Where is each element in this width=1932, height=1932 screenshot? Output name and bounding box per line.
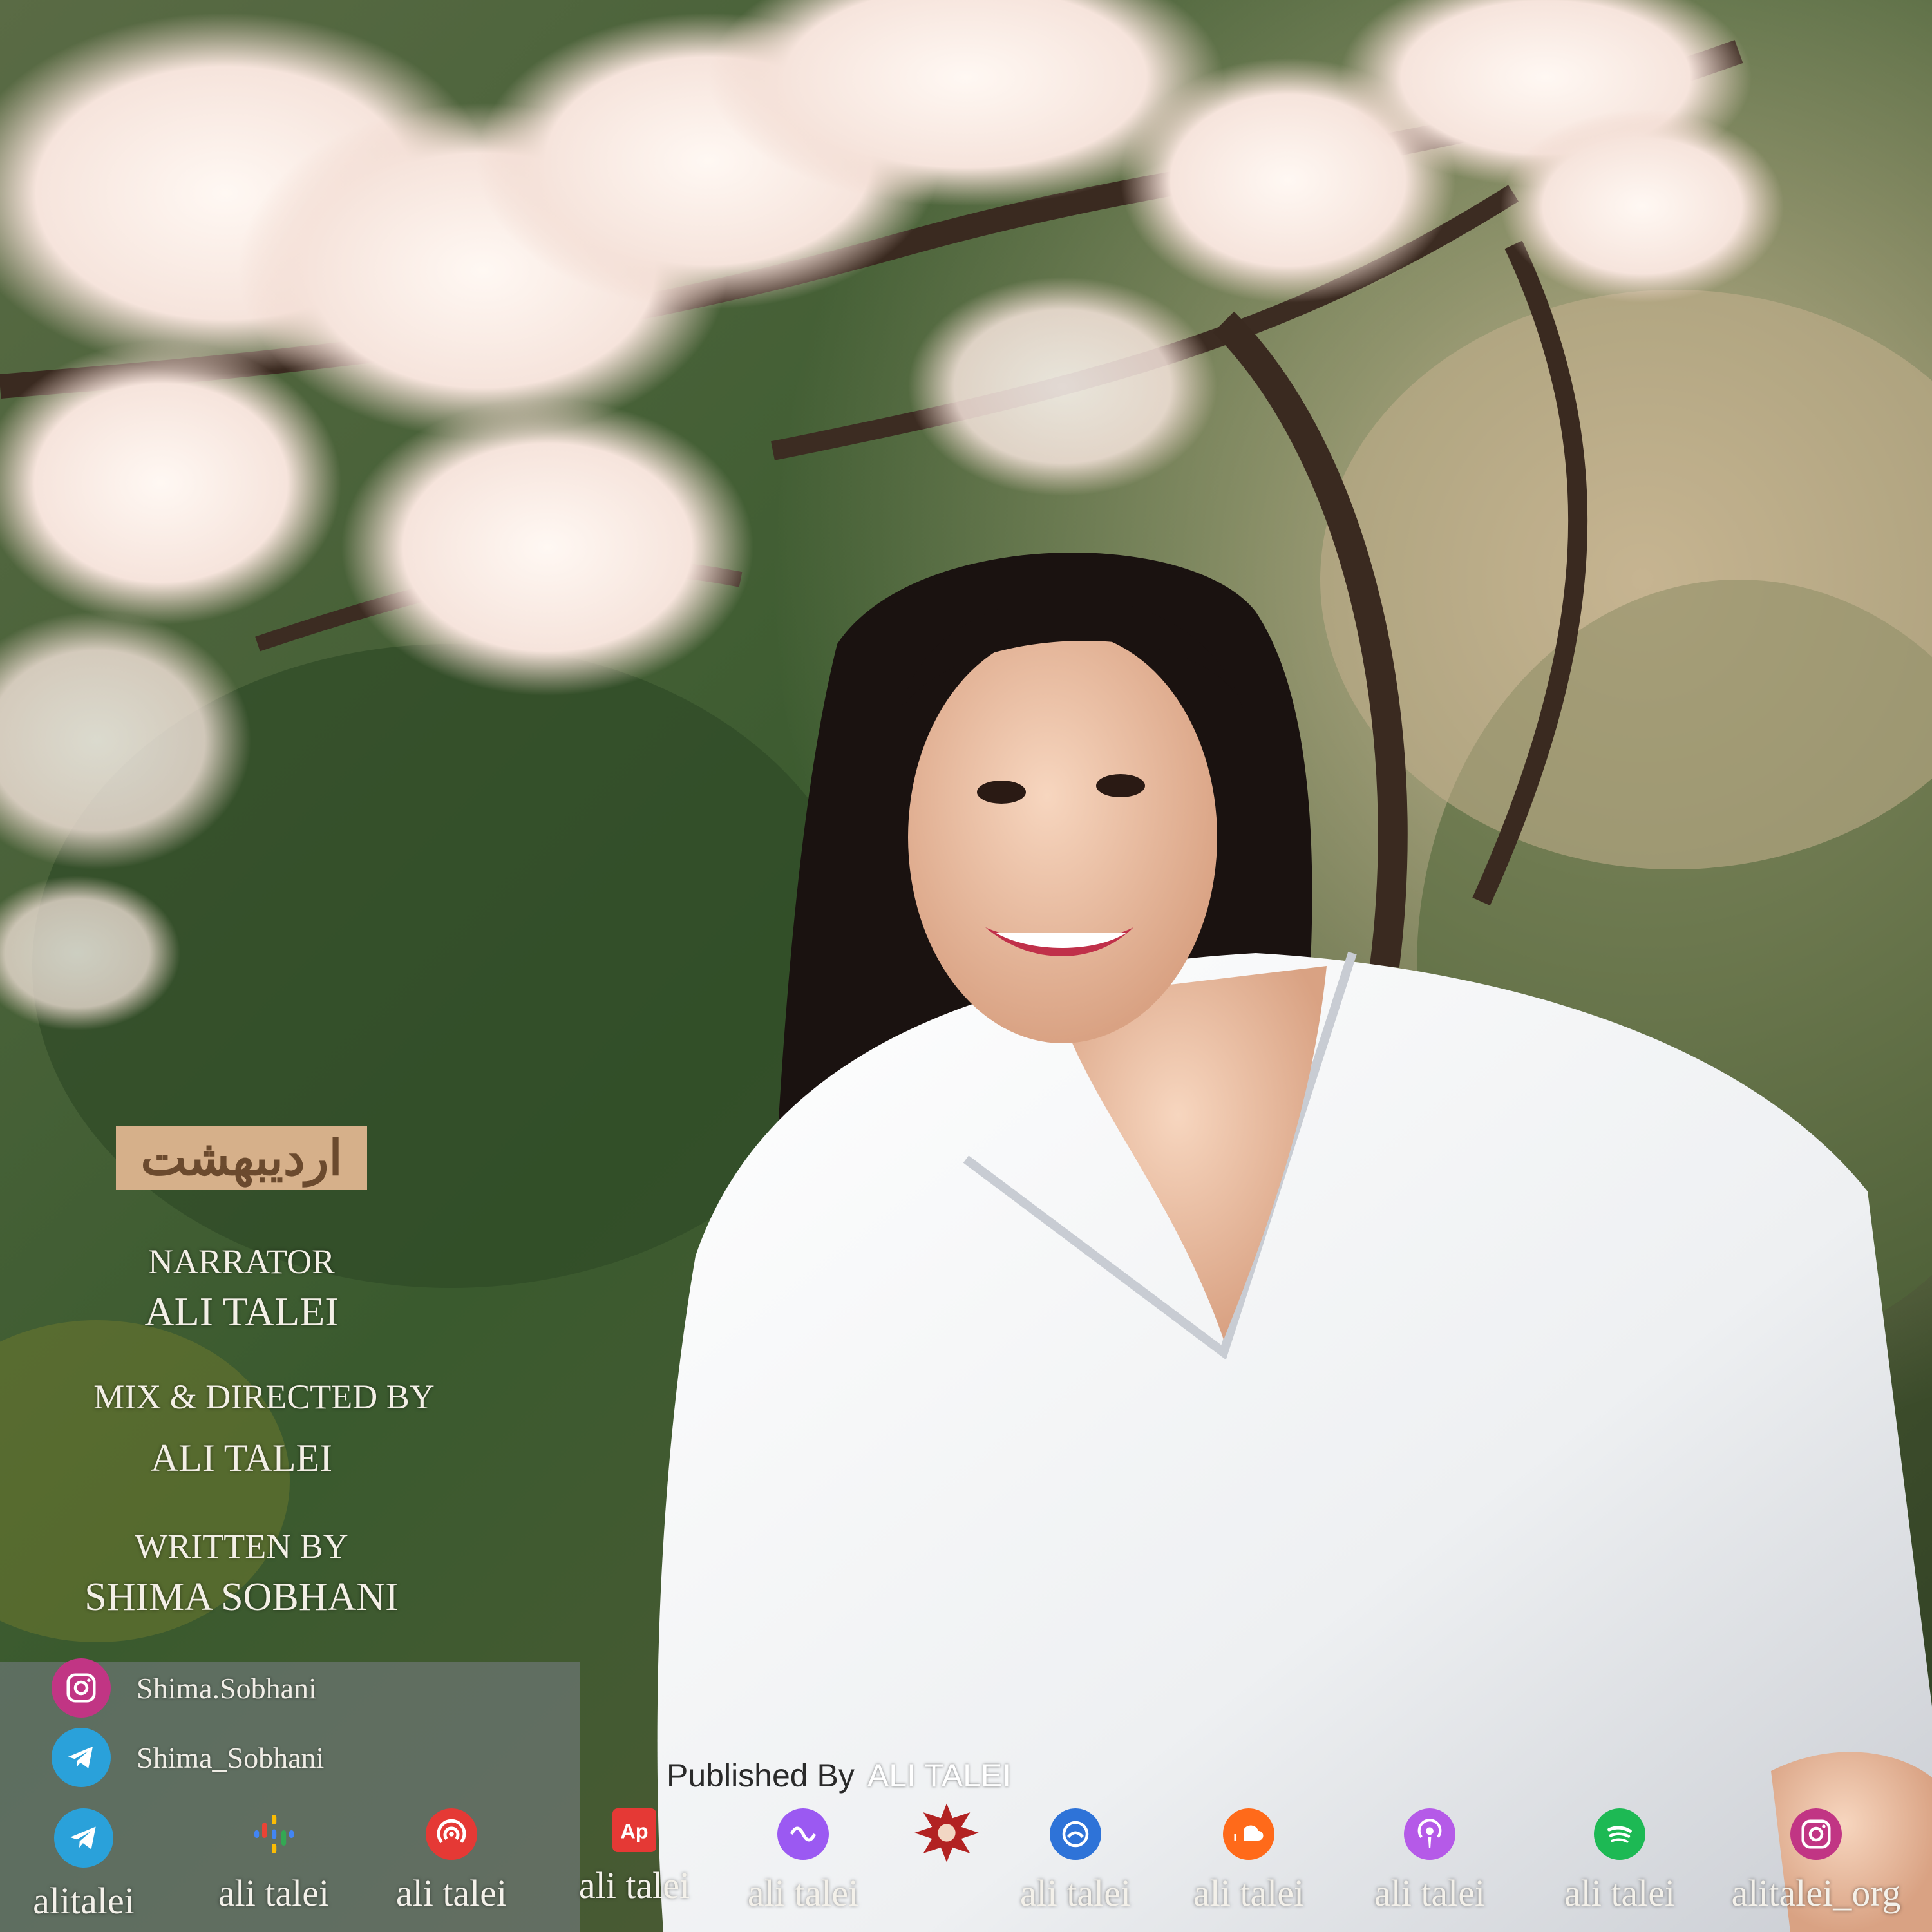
emblem-icon	[911, 1801, 982, 1865]
instagram-icon	[52, 1658, 111, 1718]
platform-spotify[interactable]: ali talei	[1552, 1808, 1687, 1915]
platform-instagram[interactable]: alitalei_org	[1719, 1808, 1913, 1915]
platform-label: alitalei_org	[1731, 1872, 1901, 1914]
platform-apple-podcasts[interactable]: ali talei	[1362, 1808, 1497, 1915]
instagram-handle: Shima.Sobhani	[137, 1671, 317, 1705]
castbox-icon	[426, 1808, 477, 1860]
platform-label: ali talei	[1564, 1872, 1676, 1914]
platform-label: alitalei	[33, 1880, 135, 1922]
svg-text:Ap: Ap	[620, 1820, 648, 1843]
photo-background	[0, 0, 1932, 1932]
platform-google-podcasts[interactable]: ali talei	[206, 1808, 341, 1915]
title-banner: اردیبهشت	[116, 1126, 367, 1190]
google-podcasts-icon	[248, 1808, 299, 1860]
platform-castbox[interactable]: ali talei	[384, 1808, 519, 1915]
episode-title: اردیبهشت	[140, 1129, 343, 1186]
telegram-icon	[54, 1808, 113, 1868]
mix-directed-label: MIX & DIRECTED BY	[93, 1378, 435, 1416]
platform-telegram[interactable]: alitalei	[26, 1808, 142, 1922]
podcast-app-icon	[777, 1808, 829, 1860]
writer-telegram[interactable]: Shima_Sobhani	[52, 1728, 324, 1787]
platform-emblem[interactable]	[908, 1801, 985, 1865]
published-by: Published By ALI TALEI	[667, 1757, 1011, 1794]
telegram-icon	[52, 1728, 111, 1787]
platform-label: ali talei	[395, 1872, 507, 1914]
platform-podcast-app[interactable]: ali talei	[735, 1808, 871, 1915]
platform-label: ali talei	[218, 1872, 330, 1914]
platform-label: ali talei	[578, 1864, 690, 1906]
narrator-label: NARRATOR	[147, 1242, 336, 1281]
writer-label: WRITTEN BY	[135, 1527, 348, 1566]
published-label: Published By	[667, 1757, 855, 1794]
platform-label: ali talei	[1193, 1872, 1305, 1914]
narrator-name: ALI TALEI	[144, 1289, 339, 1334]
platform-soundcloud[interactable]: ali talei	[1181, 1808, 1316, 1915]
apple-podcasts-ap-icon: Ap	[612, 1808, 656, 1852]
platform-label: ali talei	[1019, 1872, 1132, 1914]
telegram-handle: Shima_Sobhani	[137, 1741, 325, 1774]
writer-name: SHIMA SOBHANI	[84, 1575, 399, 1619]
platform-label: ali talei	[747, 1872, 859, 1914]
platform-ap[interactable]: Ap ali talei	[567, 1808, 702, 1907]
podbean-icon	[1050, 1808, 1101, 1860]
soundcloud-icon	[1223, 1808, 1274, 1860]
instagram-icon	[1790, 1808, 1842, 1860]
platform-podbean[interactable]: ali talei	[1008, 1808, 1143, 1915]
writer-instagram[interactable]: Shima.Sobhani	[52, 1658, 317, 1718]
spotify-icon	[1594, 1808, 1645, 1860]
publisher-name: ALI TALEI	[867, 1757, 1012, 1794]
apple-podcasts-icon	[1404, 1808, 1455, 1860]
platform-label: ali talei	[1374, 1872, 1486, 1914]
mix-directed-name: ALI TALEI	[150, 1437, 333, 1479]
